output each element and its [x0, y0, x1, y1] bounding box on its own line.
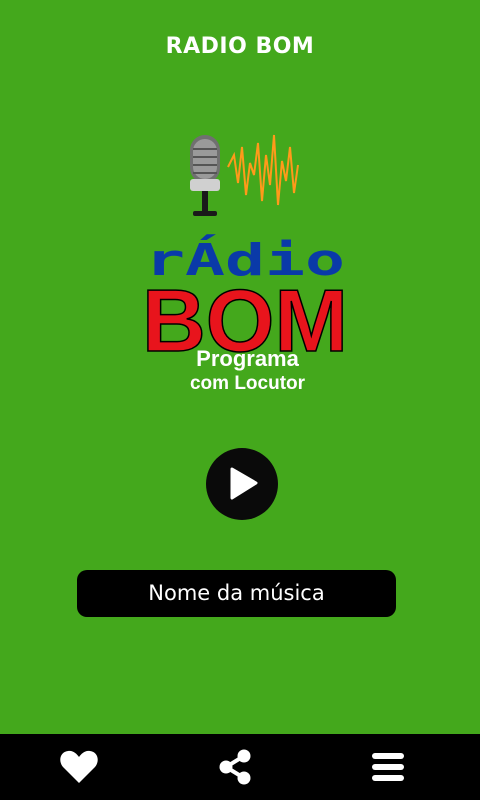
share-button[interactable]: [195, 734, 275, 800]
play-button[interactable]: [206, 448, 278, 520]
app-title: RADIO BOM: [165, 34, 315, 59]
share-icon: [219, 749, 251, 785]
soundwave-graphic: [227, 134, 299, 206]
radio-logo: rÁdio BOM: [130, 125, 360, 365]
menu-button[interactable]: [348, 734, 428, 800]
program-name: Programa: [196, 346, 299, 371]
program-info: Programa com Locutor: [170, 346, 325, 396]
song-title: Nome da música: [77, 570, 396, 617]
program-host: com Locutor: [189, 373, 306, 394]
favorite-button[interactable]: [39, 734, 119, 800]
microphone-icon: [190, 135, 220, 216]
heart-icon: [60, 750, 98, 783]
logo-graphic: rÁdio BOM: [141, 134, 349, 365]
menu-icon: [372, 753, 404, 781]
play-icon: [230, 467, 258, 500]
bottom-navigation: [0, 734, 480, 800]
